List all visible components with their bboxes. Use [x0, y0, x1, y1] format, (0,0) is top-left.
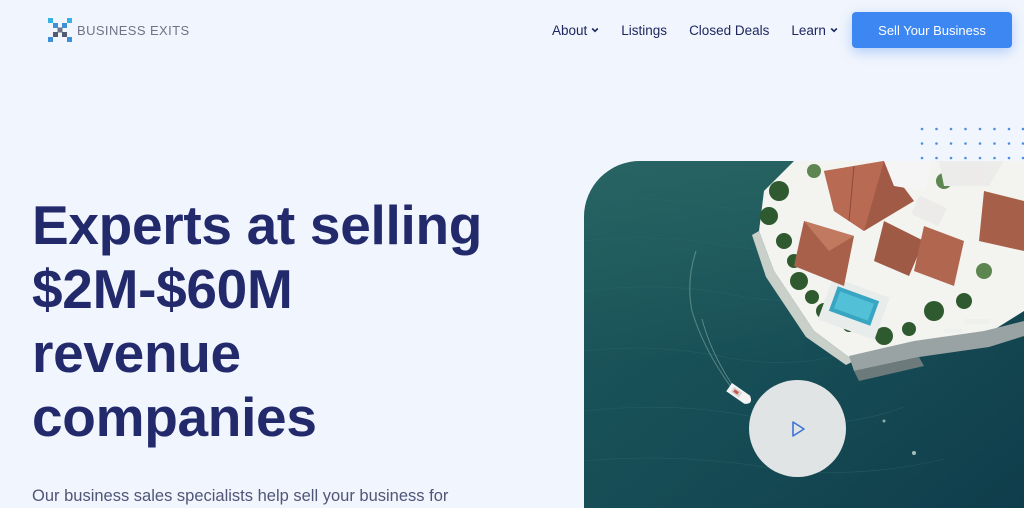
nav-item-about[interactable]: About — [552, 23, 599, 38]
business-exits-logo-icon — [48, 18, 72, 42]
hero-title-line: companies — [32, 386, 317, 448]
sell-your-business-button[interactable]: Sell Your Business — [852, 12, 1012, 48]
nav-item-label: Closed Deals — [689, 22, 770, 38]
main-nav: About Listings Closed Deals Learn — [552, 20, 838, 40]
brand-name: BUSINESS EXITS — [77, 22, 190, 38]
hero-title: Experts at selling $2M-$60M revenue comp… — [32, 193, 532, 449]
hero-title-line: Experts at selling — [32, 194, 483, 256]
chevron-down-icon — [830, 27, 838, 33]
nav-item-label: Listings — [621, 22, 668, 38]
decorative-dot-grid — [920, 127, 1024, 160]
nav-item-closed-deals[interactable]: Closed Deals — [689, 23, 769, 38]
hero-title-line: $2M-$60M — [32, 258, 293, 320]
nav-item-label: Learn — [791, 22, 826, 38]
nav-item-listings[interactable]: Listings — [621, 23, 667, 38]
nav-item-label: About — [552, 22, 588, 38]
chevron-down-icon — [591, 27, 599, 33]
hero-title-line: revenue — [32, 322, 241, 384]
play-video-button[interactable] — [749, 380, 846, 477]
site-header: BUSINESS EXITS About Listings Closed Dea… — [0, 0, 1024, 62]
nav-item-learn[interactable]: Learn — [791, 23, 838, 38]
play-icon — [791, 420, 805, 437]
hero-subtitle: Our business sales specialists help sell… — [32, 487, 449, 505]
brand-logo[interactable]: BUSINESS EXITS — [48, 18, 190, 42]
